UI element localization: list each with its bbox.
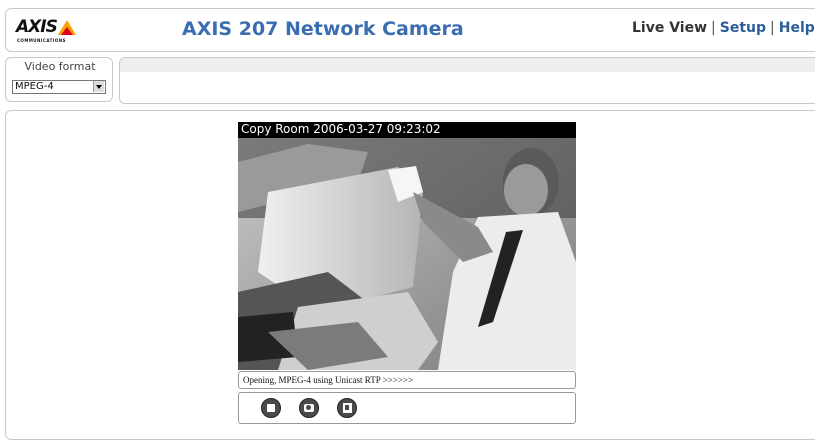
nav-setup-link[interactable]: Setup	[720, 20, 766, 36]
chevron-down-icon[interactable]	[93, 81, 104, 92]
video-overlay-text: Copy Room 2006-03-27 09:23:02	[241, 122, 441, 136]
action-toolbar-panel	[119, 57, 815, 104]
toolbar-band	[120, 58, 815, 72]
nav-help-link[interactable]: Help	[779, 20, 815, 36]
video-format-label: Video format	[24, 60, 96, 73]
fullscreen-glyph	[343, 403, 352, 413]
fullscreen-icon[interactable]	[337, 398, 357, 418]
snapshot-icon[interactable]	[299, 398, 319, 418]
video-format-select[interactable]: MPEG-4	[12, 80, 106, 94]
nav-separator: |	[711, 20, 716, 36]
logo-subtext: COMMUNICATIONS	[17, 38, 66, 43]
top-nav: Live View | Setup | Help	[632, 20, 815, 36]
header-bar: AXIS COMMUNICATIONS AXIS 207 Network Cam…	[5, 8, 815, 52]
axis-logo[interactable]: AXIS COMMUNICATIONS	[16, 17, 82, 45]
snapshot-glyph	[304, 404, 314, 412]
logo-triangle-inner-icon	[61, 27, 73, 35]
video-format-selected-value: MPEG-4	[15, 81, 54, 92]
stop-icon[interactable]	[261, 398, 281, 418]
video-frame-image	[238, 122, 576, 370]
logo-wordmark: AXIS	[16, 17, 58, 37]
nav-separator: |	[770, 20, 775, 36]
live-video-view[interactable]: Copy Room 2006-03-27 09:23:02	[238, 122, 576, 370]
page-title: AXIS 207 Network Camera	[182, 18, 464, 40]
video-format-panel: Video format MPEG-4	[5, 57, 113, 102]
nav-live-view-link[interactable]: Live View	[632, 20, 707, 36]
stop-glyph	[267, 404, 275, 412]
stream-status-bar: Opening, MPEG-4 using Unicast RTP >>>>>>	[238, 371, 576, 389]
playback-controls	[238, 392, 576, 424]
